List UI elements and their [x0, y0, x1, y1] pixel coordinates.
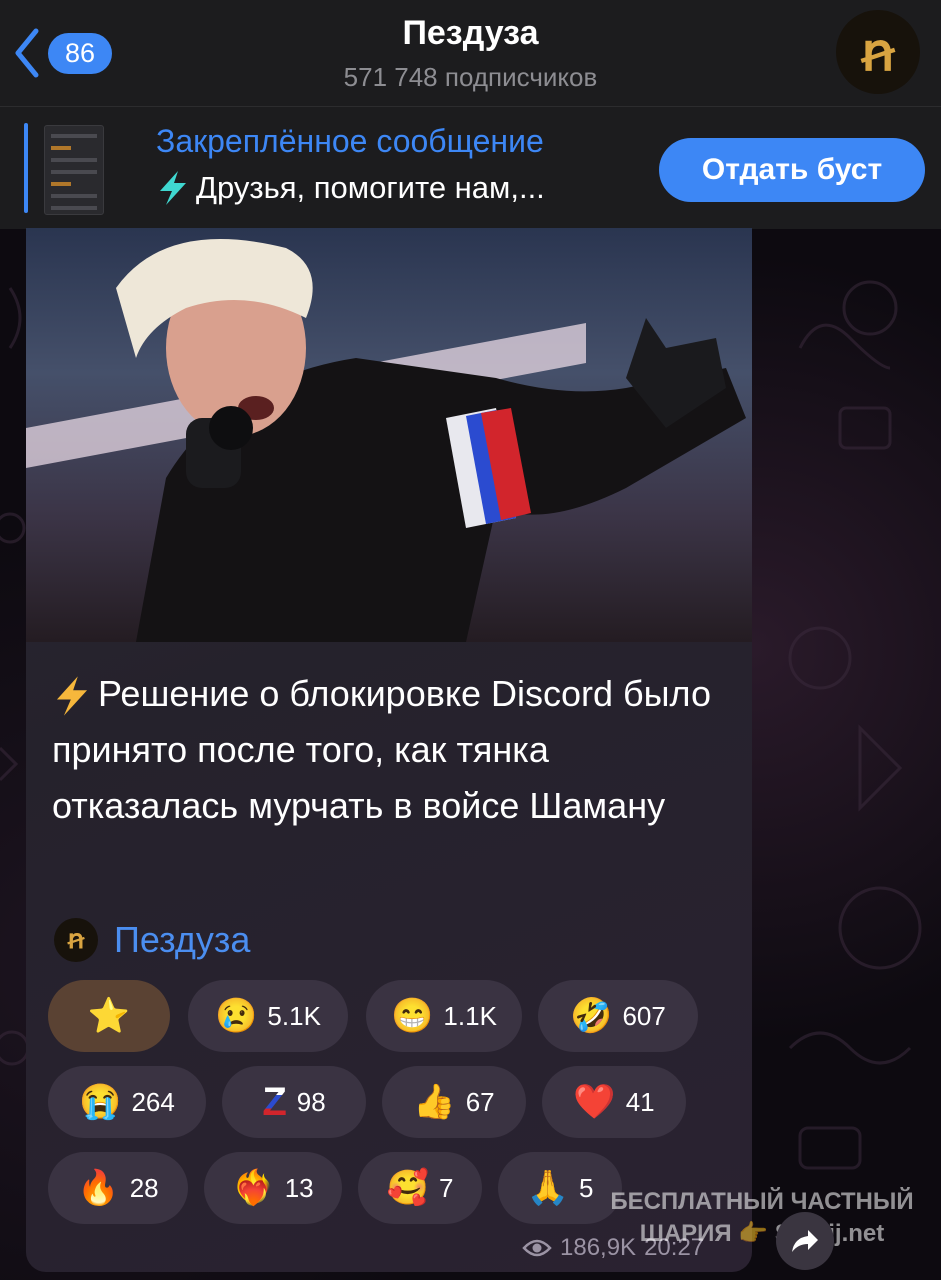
boost-button[interactable]: Отдать буст [659, 138, 925, 202]
reaction-count: 67 [465, 1086, 495, 1117]
reaction-count: 98 [296, 1086, 326, 1117]
channel-avatar[interactable]: ꞥ [836, 10, 920, 94]
loudly-crying-icon: 😭 [79, 1083, 122, 1121]
channel-title[interactable]: Пездуза [0, 14, 941, 53]
pinned-title: Закреплённое сообщение [156, 123, 544, 159]
lightning-icon [56, 676, 88, 717]
share-arrow-icon [792, 1230, 818, 1252]
reaction-star[interactable]: ⭐ [48, 980, 170, 1052]
reaction-heart[interactable]: ❤️ 41 [542, 1066, 686, 1138]
reaction-fire[interactable]: 🔥 28 [48, 1152, 188, 1224]
reaction-grin[interactable]: 😁 1.1K [366, 980, 522, 1052]
reaction-rofl[interactable]: 🤣 607 [538, 980, 698, 1052]
reaction-count: 7 [438, 1172, 454, 1203]
reaction-count: 13 [284, 1172, 314, 1203]
fire-icon: 🔥 [77, 1169, 120, 1207]
subscriber-count: 571 748 подписчиков [343, 62, 598, 92]
reaction-heart-on-fire[interactable]: ❤️‍🔥 13 [204, 1152, 342, 1224]
reaction-count: 5 [578, 1172, 594, 1203]
lightning-icon [160, 171, 186, 205]
heart-icon: ❤️ [573, 1083, 616, 1121]
reaction-count: 41 [625, 1086, 655, 1117]
singer-photo-illustration [26, 239, 746, 642]
signature-name: Пездуза [114, 919, 251, 960]
pinned-indicator [24, 123, 28, 213]
reaction-count: 1.1K [443, 1000, 497, 1031]
post-text: Решение о блокировке Discord было принят… [52, 666, 732, 834]
channel-header: 86 Пездуза 571 748 подписчиков ꞥ [0, 0, 941, 106]
grinning-face-icon: 😁 [391, 997, 434, 1035]
reaction-crying[interactable]: 😢 5.1K [188, 980, 348, 1052]
reaction-z[interactable]: Z 98 [222, 1066, 366, 1138]
heart-on-fire-icon: ❤️‍🔥 [232, 1169, 275, 1207]
reaction-count: 264 [131, 1086, 175, 1117]
watermark: БЕСПЛАТНЫЙ ЧАСТНЫЙ ШАРИЯ 👉 Sharij.net [602, 1186, 922, 1250]
reaction-sob[interactable]: 😭 264 [48, 1066, 206, 1138]
reaction-thumbs-up[interactable]: 👍 67 [382, 1066, 526, 1138]
signature-avatar: ꞥ [54, 918, 98, 962]
smiling-face-hearts-icon: 🥰 [386, 1169, 429, 1207]
eye-icon [522, 1239, 552, 1257]
avatar-logo: ꞥ [861, 21, 895, 83]
post-photo[interactable] [26, 228, 752, 642]
folded-hands-icon: 🙏 [526, 1169, 569, 1207]
star-icon: ⭐ [87, 997, 131, 1035]
reaction-count: 28 [129, 1172, 159, 1203]
z-letter-icon: Z [262, 1080, 287, 1124]
pinned-preview: Друзья, помогите нам,... [156, 169, 545, 207]
reaction-count: 5.1K [267, 1000, 321, 1031]
pinned-preview-text: Друзья, помогите нам,... [196, 170, 545, 205]
pinned-thumbnail [44, 125, 104, 215]
post-signature[interactable]: ꞥ Пездуза [54, 918, 250, 962]
thumbs-up-icon: 👍 [413, 1083, 456, 1121]
post-body: Решение о блокировке Discord было принят… [52, 673, 711, 826]
reaction-smiling-hearts[interactable]: 🥰 7 [358, 1152, 482, 1224]
reaction-count: 607 [622, 1000, 666, 1031]
rofl-face-icon: 🤣 [570, 997, 613, 1035]
crying-face-icon: 😢 [215, 997, 258, 1035]
message-bubble[interactable]: Решение о блокировке Discord было принят… [26, 228, 752, 1272]
watermark-line-2: ШАРИЯ 👉 Sharij.net [639, 1220, 885, 1247]
watermark-line-1: БЕСПЛАТНЫЙ ЧАСТНЫЙ [610, 1188, 914, 1215]
share-button[interactable] [776, 1212, 834, 1270]
